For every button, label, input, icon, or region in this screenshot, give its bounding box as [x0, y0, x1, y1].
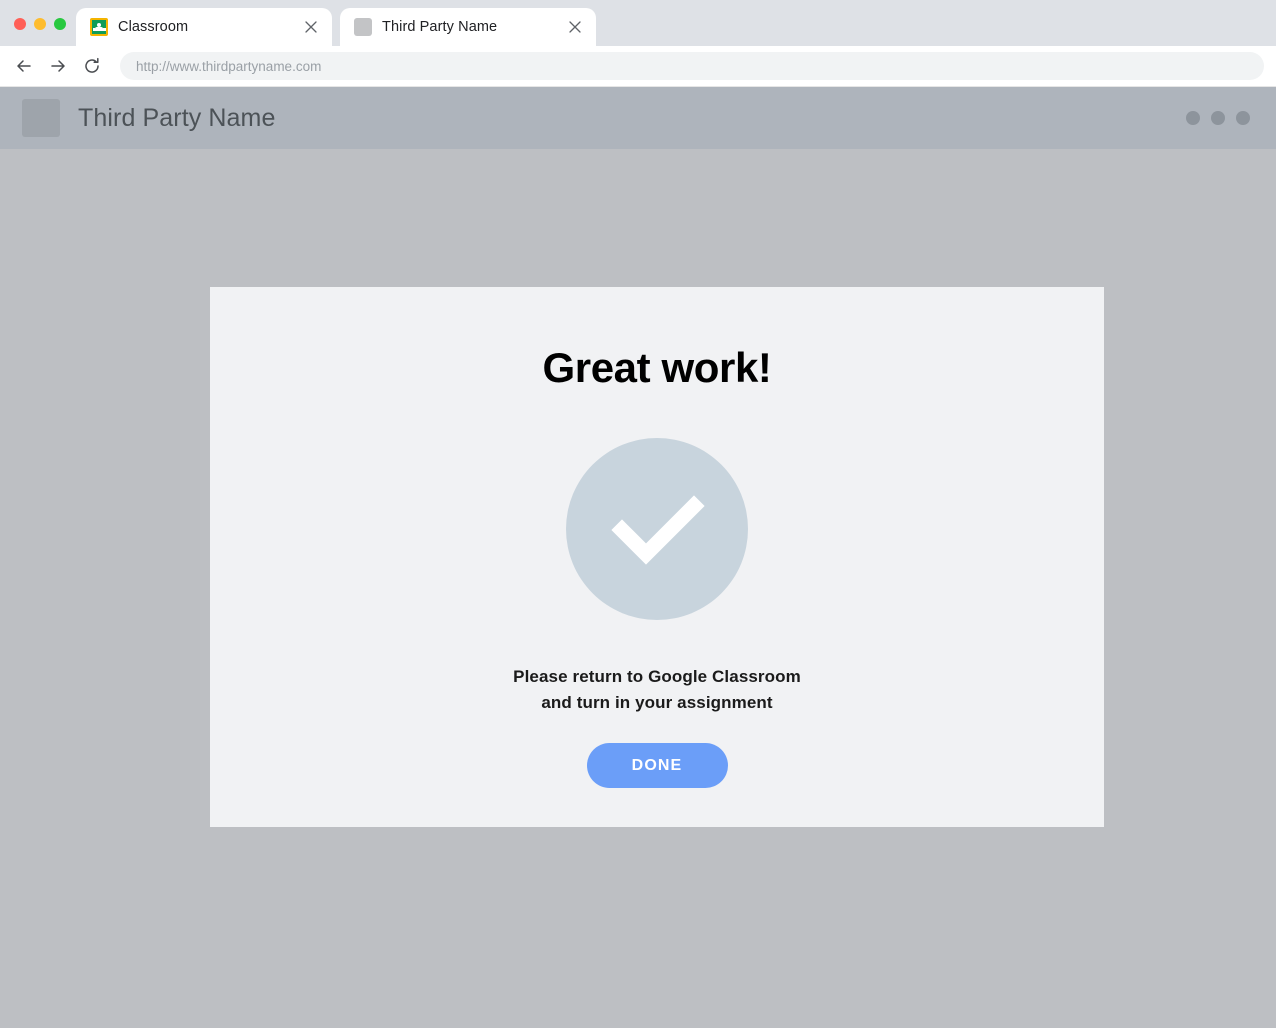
forward-arrow-icon[interactable] — [42, 50, 74, 82]
card-message-line-1: Please return to Google Classroom — [513, 667, 801, 686]
tab-title-third-party-name: Third Party Name — [382, 19, 498, 35]
minimize-window-button[interactable] — [34, 18, 46, 30]
close-window-button[interactable] — [14, 18, 26, 30]
card-message: Please return to Google Classroom and tu… — [513, 664, 801, 716]
page-viewport: Third Party Name Great work! Please retu… — [0, 87, 1276, 1028]
close-tab-third-party-name-button[interactable] — [564, 16, 586, 38]
app-title: Third Party Name — [78, 103, 276, 132]
menu-dot-2 — [1211, 111, 1225, 125]
address-bar[interactable]: http://www.thirdpartyname.com — [120, 52, 1264, 80]
tab-classroom[interactable]: Classroom — [76, 8, 332, 46]
tab-title-classroom: Classroom — [118, 19, 189, 35]
address-bar-text: http://www.thirdpartyname.com — [136, 58, 322, 74]
checkmark-icon — [566, 438, 748, 620]
tab-strip: Classroom Third Party Name — [0, 0, 1276, 46]
browser-toolbar: http://www.thirdpartyname.com — [0, 46, 1276, 87]
window-traffic-lights — [8, 18, 76, 46]
google-classroom-icon — [90, 18, 108, 36]
reload-icon[interactable] — [76, 50, 108, 82]
menu-dot-3 — [1236, 111, 1250, 125]
card-message-line-2: and turn in your assignment — [541, 693, 773, 712]
browser-window: Classroom Third Party Name http://www.th… — [0, 0, 1276, 1028]
app-header: Third Party Name — [0, 87, 1276, 149]
close-tab-classroom-button[interactable] — [300, 16, 322, 38]
tab-third-party-name[interactable]: Third Party Name — [340, 8, 596, 46]
app-header-menu[interactable] — [1186, 111, 1250, 125]
menu-dot-1 — [1186, 111, 1200, 125]
card-title: Great work! — [542, 344, 772, 391]
back-arrow-icon[interactable] — [8, 50, 40, 82]
completion-card: Great work! Please return to Google Clas… — [210, 287, 1104, 827]
done-button[interactable]: DONE — [586, 743, 728, 788]
maximize-window-button[interactable] — [54, 18, 66, 30]
placeholder-favicon-icon — [354, 18, 372, 36]
app-logo-placeholder-icon — [22, 99, 60, 137]
